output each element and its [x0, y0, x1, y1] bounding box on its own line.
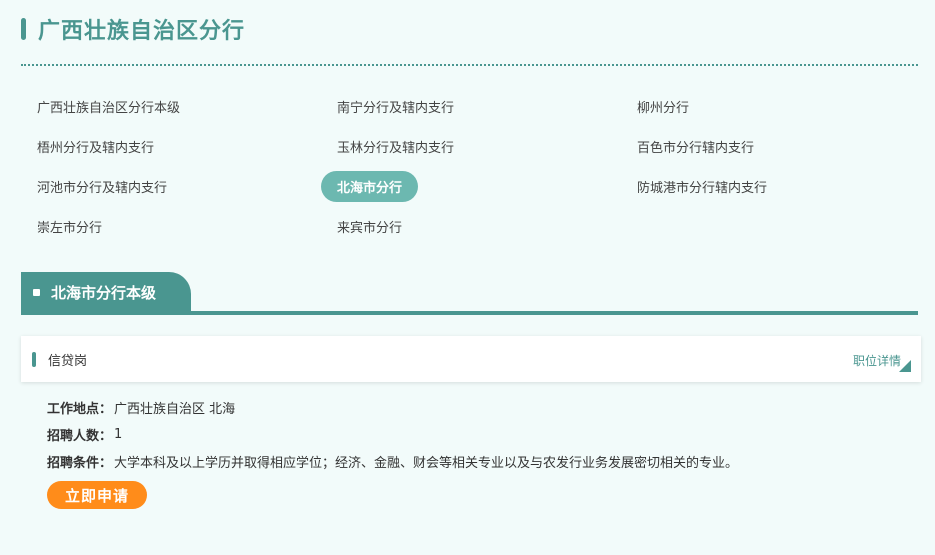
branch-item[interactable]: 梧州分行及辖内支行 — [21, 126, 321, 166]
branch-item-label: 梧州分行及辖内支行 — [37, 140, 155, 156]
apply-button[interactable]: 立即申请 — [47, 481, 147, 509]
job-title: 信贷岗 — [48, 353, 88, 369]
job-location-label: 工作地点： — [47, 402, 113, 417]
job-requirements-row: 招聘条件： 大学本科及以上学历并取得相应学位；经济、金融、财会等相关专业以及与农… — [47, 448, 738, 475]
job-count-label: 招聘人数： — [47, 429, 113, 444]
job-requirements-value: 大学本科及以上学历并取得相应学位；经济、金融、财会等相关专业以及与农发行业务发展… — [114, 456, 739, 471]
job-info: 工作地点： 广西壮族自治区 北海 招聘人数： 1 招聘条件： 大学本科及以上学历… — [47, 394, 738, 475]
branch-item[interactable]: 防城港市分行辖内支行 — [621, 166, 918, 206]
section-underline — [21, 311, 918, 315]
branch-item[interactable]: 玉林分行及辖内支行 — [321, 126, 621, 166]
section-tab: 北海市分行本级 — [21, 272, 191, 312]
branch-item[interactable]: 百色市分行辖内支行 — [621, 126, 918, 166]
branch-item[interactable]: 崇左市分行 — [21, 206, 321, 246]
branch-item[interactable]: 柳州分行 — [621, 86, 918, 126]
page-title-wrap: 广西壮族自治区分行 — [21, 14, 245, 44]
branch-item[interactable]: 南宁分行及辖内支行 — [321, 86, 621, 126]
job-location-value: 广西壮族自治区 北海 — [114, 402, 236, 417]
job-detail-link[interactable]: 职位详情 — [853, 352, 901, 369]
branch-item-label: 玉林分行及辖内支行 — [337, 140, 455, 156]
square-bullet-icon — [33, 288, 40, 296]
branch-item-label: 南宁分行及辖内支行 — [337, 100, 455, 116]
branch-item-label: 广西壮族自治区分行本级 — [37, 100, 181, 116]
branch-list: 广西壮族自治区分行本级 南宁分行及辖内支行 柳州分行 梧州分行及辖内支行 玉林分… — [21, 86, 918, 246]
branch-item-label: 柳州分行 — [637, 100, 690, 116]
job-requirements-label: 招聘条件： — [47, 456, 113, 471]
job-card[interactable]: 信贷岗 职位详情 — [21, 336, 921, 382]
title-divider — [21, 64, 918, 66]
job-count-value: 1 — [114, 427, 123, 442]
corner-triangle-icon — [899, 360, 911, 372]
section-title: 北海市分行本级 — [51, 283, 157, 302]
branch-item-label: 崇左市分行 — [37, 220, 103, 236]
job-accent-bar — [32, 351, 36, 367]
branch-item-label: 北海市分行 — [321, 170, 419, 202]
page-title: 广西壮族自治区分行 — [38, 19, 246, 44]
branch-item[interactable]: 广西壮族自治区分行本级 — [21, 86, 321, 126]
branch-item-label: 百色市分行辖内支行 — [637, 140, 755, 156]
branch-item[interactable]: 河池市分行及辖内支行 — [21, 166, 321, 206]
title-accent-bar — [21, 18, 26, 40]
section-header: 北海市分行本级 — [21, 272, 918, 316]
job-count-row: 招聘人数： 1 — [47, 421, 738, 448]
branch-item-label: 河池市分行及辖内支行 — [37, 180, 168, 196]
branch-item-active[interactable]: 北海市分行 — [321, 166, 621, 206]
job-location-row: 工作地点： 广西壮族自治区 北海 — [47, 394, 738, 421]
branch-item-label: 来宾市分行 — [337, 220, 403, 236]
branch-item[interactable]: 来宾市分行 — [321, 206, 621, 246]
branch-item-label: 防城港市分行辖内支行 — [637, 180, 768, 196]
